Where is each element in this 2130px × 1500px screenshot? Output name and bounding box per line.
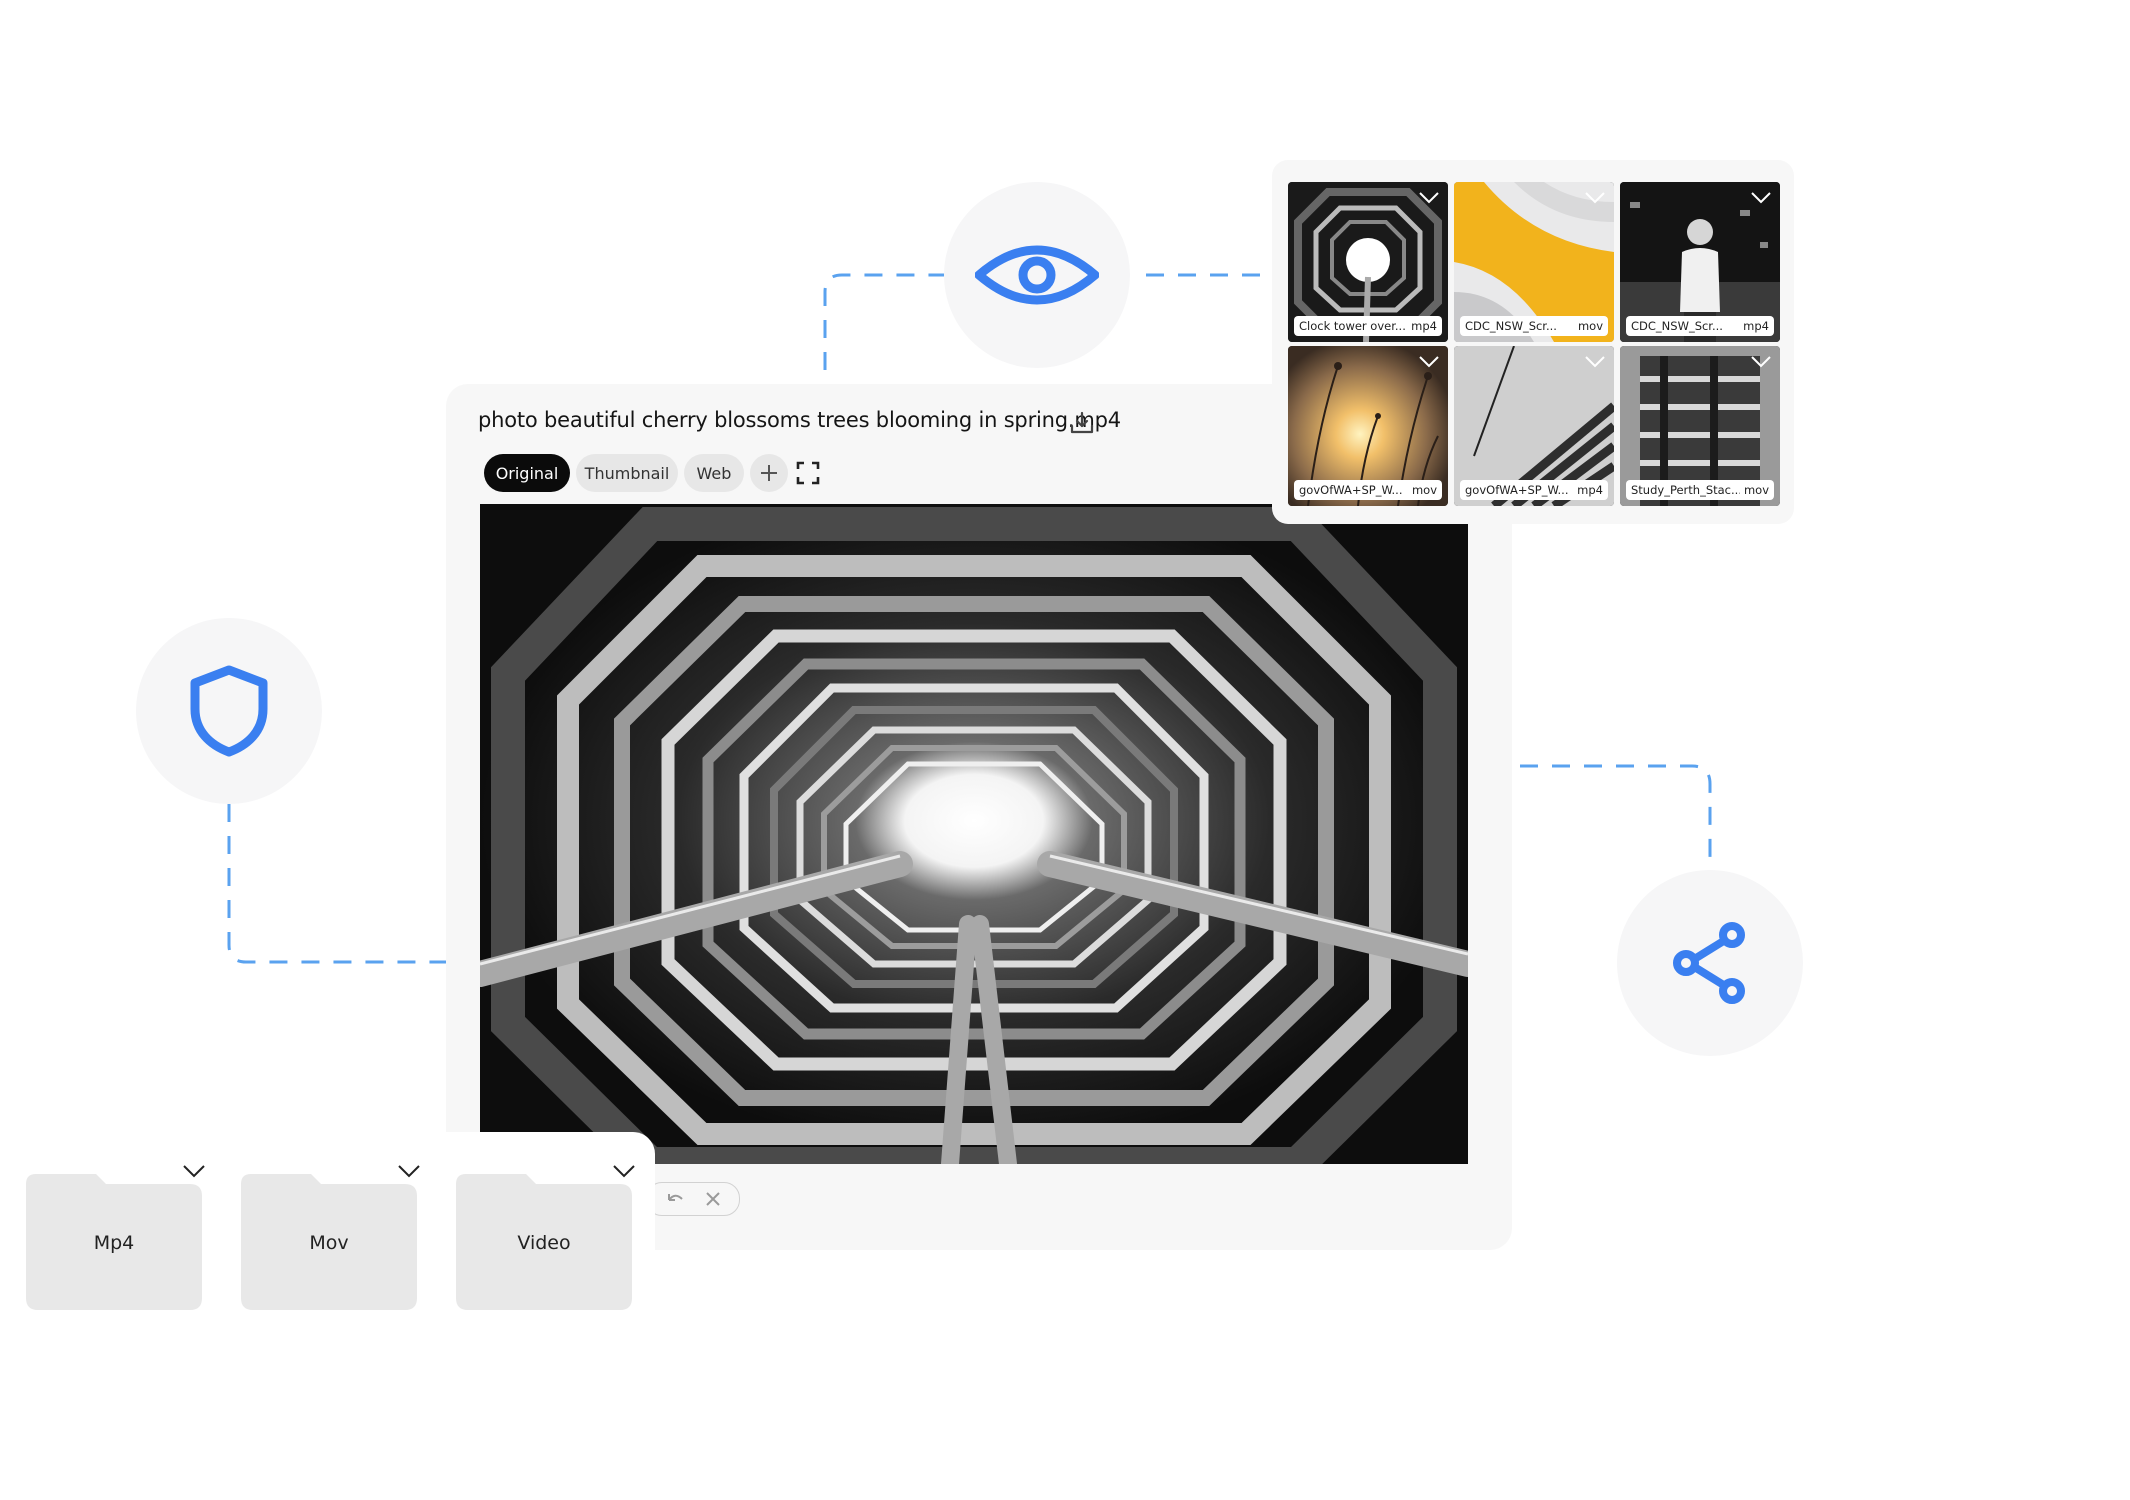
folder-label: Mp4 — [93, 1232, 135, 1254]
thumbnail-ext: mp4 — [1577, 483, 1603, 497]
folder-label: Video — [517, 1232, 571, 1254]
share-icon — [1673, 922, 1745, 1004]
tab-thumbnail[interactable]: Thumbnail — [576, 454, 678, 492]
eye-icon — [975, 245, 1099, 305]
thumbnail-card[interactable]: CDC_NSW_Scr... mov — [1454, 182, 1614, 342]
folder-label: Mov — [309, 1232, 349, 1254]
thumbnail-card[interactable]: govOfWA+SP_W... mov — [1288, 346, 1448, 506]
thumbnail-ext: mov — [1411, 483, 1437, 497]
connector-eye-left — [823, 273, 944, 370]
chevron-down-icon[interactable] — [397, 1164, 421, 1178]
thumbnail-card[interactable]: CDC_NSW_Scr... mp4 — [1620, 182, 1780, 342]
chevron-down-icon[interactable] — [612, 1164, 636, 1178]
thumbnail-ext: mov — [1577, 319, 1603, 333]
folder-video[interactable]: Video — [456, 1165, 635, 1310]
tab-web[interactable]: Web — [684, 454, 744, 492]
thumbnail-card[interactable]: govOfWA+SP_W... mp4 — [1454, 346, 1614, 506]
shield-icon — [190, 665, 268, 757]
folder-mp4[interactable]: Mp4 — [26, 1165, 205, 1310]
close-icon[interactable] — [705, 1191, 721, 1207]
thumbnail-label: govOfWA+SP_W... mov — [1294, 480, 1442, 500]
asset-thumbnail-grid: Clock tower over... mp4 CDC_NSW_Scr... mov… — [1272, 160, 1794, 524]
connector-shield — [227, 804, 446, 964]
thumbnail-name: govOfWA+SP_W... — [1465, 483, 1569, 497]
plus-icon — [761, 465, 777, 481]
asset-preview-image — [480, 504, 1468, 1164]
thumbnail-label: Study_Perth_Stac... mov — [1626, 480, 1774, 500]
undo-icon[interactable] — [665, 1190, 685, 1208]
thumbnail-label: CDC_NSW_Scr... mov — [1460, 316, 1608, 336]
chevron-down-icon[interactable] — [1750, 190, 1772, 206]
chevron-down-icon[interactable] — [1418, 354, 1440, 370]
chevron-down-icon[interactable] — [1750, 354, 1772, 370]
thumbnail-name: govOfWA+SP_W... — [1299, 483, 1403, 497]
fullscreen-icon[interactable] — [795, 460, 821, 486]
thumbnail-card[interactable]: Study_Perth_Stac... mov — [1620, 346, 1780, 506]
share-feature — [1617, 870, 1803, 1056]
octagon-tunnel-photo — [480, 504, 1468, 1164]
thumbnail-name: Study_Perth_Stac... — [1631, 483, 1740, 497]
thumbnail-name: CDC_NSW_Scr... — [1631, 319, 1723, 333]
eye-feature — [944, 182, 1130, 368]
thumbnail-ext: mov — [1743, 483, 1769, 497]
thumbnail-ext: mp4 — [1743, 319, 1769, 333]
connector-share — [1520, 764, 1712, 870]
tab-original[interactable]: Original — [484, 454, 570, 492]
chevron-down-icon[interactable] — [1584, 190, 1606, 206]
folder-mov[interactable]: Mov — [241, 1165, 420, 1310]
add-rendition-button[interactable] — [750, 454, 788, 492]
thumbnail-ext: mp4 — [1411, 319, 1437, 333]
download-icon[interactable] — [1068, 409, 1096, 437]
asset-title: photo beautiful cherry blossoms trees bl… — [478, 408, 1121, 432]
chevron-down-icon[interactable] — [1584, 354, 1606, 370]
chevron-down-icon[interactable] — [1418, 190, 1440, 206]
image-edit-toolbar — [646, 1182, 740, 1216]
thumbnail-card[interactable]: Clock tower over... mp4 — [1288, 182, 1448, 342]
shield-feature — [136, 618, 322, 804]
thumbnail-label: CDC_NSW_Scr... mp4 — [1626, 316, 1774, 336]
thumbnail-name: Clock tower over... — [1299, 319, 1406, 333]
chevron-down-icon[interactable] — [182, 1164, 206, 1178]
thumbnail-label: Clock tower over... mp4 — [1294, 316, 1442, 336]
thumbnail-name: CDC_NSW_Scr... — [1465, 319, 1557, 333]
thumbnail-label: govOfWA+SP_W... mp4 — [1460, 480, 1608, 500]
